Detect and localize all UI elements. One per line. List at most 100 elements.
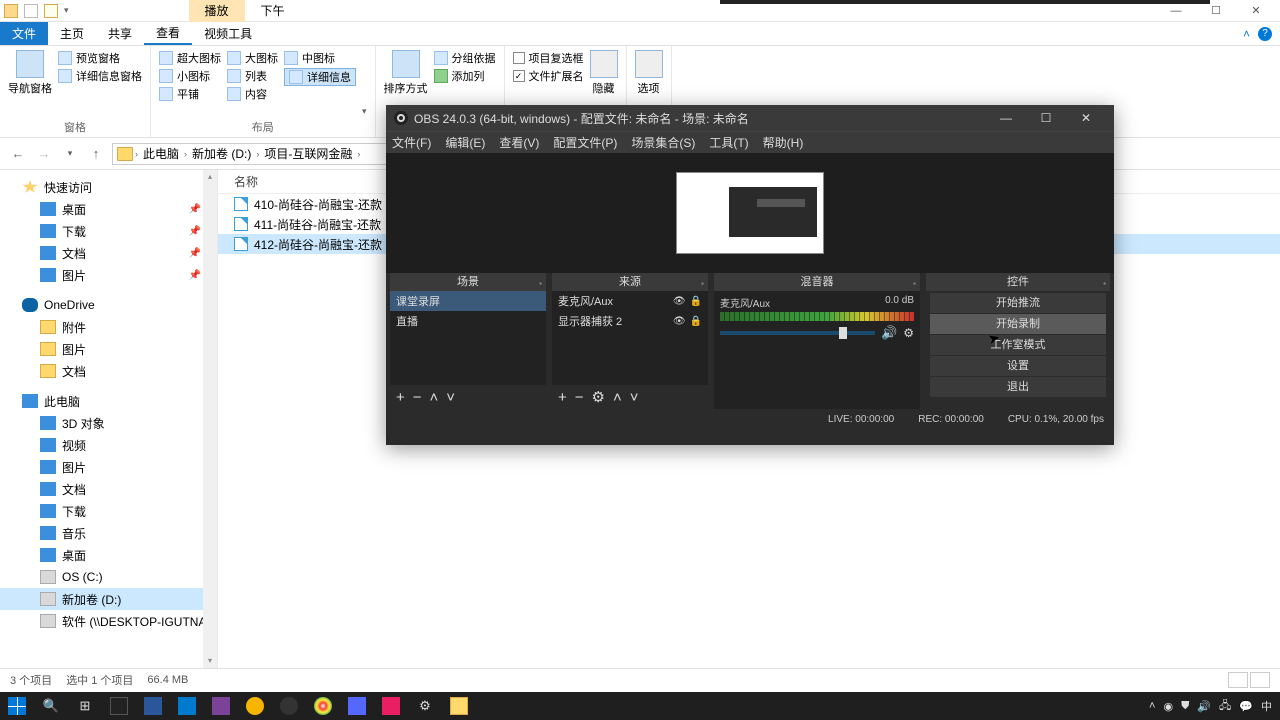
- tree-attach[interactable]: 附件: [0, 316, 217, 338]
- home-tab[interactable]: 主页: [48, 22, 96, 45]
- layout-tile-button[interactable]: 平铺: [159, 86, 221, 102]
- breadcrumb-proj[interactable]: 项目-互联网金融: [261, 145, 355, 162]
- layout-s-button[interactable]: 小图标: [159, 68, 221, 84]
- remove-source-button[interactable]: −: [575, 389, 584, 406]
- dock-title[interactable]: 控件: [926, 273, 1110, 291]
- dock-title[interactable]: 来源: [552, 273, 708, 291]
- tree-onedrive[interactable]: OneDrive: [0, 294, 217, 316]
- scenes-list[interactable]: 课堂录屏 直播: [390, 291, 546, 385]
- start-button[interactable]: [0, 692, 34, 720]
- layout-list-button[interactable]: 列表: [227, 68, 278, 84]
- volume-slider[interactable]: [720, 331, 875, 335]
- taskbar-app[interactable]: [272, 692, 306, 720]
- lock-icon[interactable]: 🔒: [690, 316, 702, 327]
- layout-l-button[interactable]: 大图标: [227, 50, 278, 66]
- nav-tree[interactable]: 快速访问 桌面📌 下载📌 文档📌 图片📌 OneDrive 附件 图片 文档 此…: [0, 170, 218, 668]
- forward-button[interactable]: →: [34, 144, 54, 164]
- obs-minimize-button[interactable]: —: [986, 106, 1026, 130]
- tree-osc[interactable]: OS (C:): [0, 566, 217, 588]
- layout-xl-button[interactable]: 超大图标: [159, 50, 221, 66]
- recent-dropdown-icon[interactable]: ▾: [60, 144, 80, 164]
- add-scene-button[interactable]: +: [396, 389, 405, 406]
- breadcrumb[interactable]: › 此电脑 › 新加卷 (D:) › 项目-互联网金融 ›: [112, 143, 392, 165]
- taskbar-app[interactable]: [136, 692, 170, 720]
- chevron-right-icon[interactable]: ›: [357, 149, 360, 159]
- tray-chevron-icon[interactable]: ˄: [1149, 700, 1155, 712]
- help-icon[interactable]: ?: [1258, 27, 1272, 41]
- obs-menu-view[interactable]: 查看(V): [499, 134, 539, 151]
- tree-downloads2[interactable]: 下载: [0, 500, 217, 522]
- details-pane-button[interactable]: 详细信息窗格: [58, 68, 142, 84]
- taskbar-app[interactable]: [204, 692, 238, 720]
- file-ext-toggle[interactable]: ✓文件扩展名: [513, 68, 584, 84]
- tray-ime[interactable]: 中: [1261, 698, 1272, 714]
- system-tray[interactable]: ˄ ◉ ⛊ 🔊 🖧 💬 中: [1149, 697, 1280, 716]
- taskbar-app[interactable]: [238, 692, 272, 720]
- taskbar-explorer[interactable]: [442, 692, 476, 720]
- qat-dropdown-icon[interactable]: ▾: [64, 5, 69, 16]
- taskbar-app[interactable]: [170, 692, 204, 720]
- tree-quick-access[interactable]: 快速访问: [0, 176, 217, 198]
- dock-title[interactable]: 场景: [390, 273, 546, 291]
- tray-network-icon[interactable]: 🖧: [1219, 697, 1231, 716]
- layout-more-icon[interactable]: ▾: [362, 106, 367, 117]
- layout-m-button[interactable]: 中图标: [284, 50, 356, 66]
- layout-detail-button[interactable]: 详细信息: [284, 68, 356, 86]
- sources-list[interactable]: 麦克风/Aux👁🔒 显示器捕获 2👁🔒: [552, 291, 708, 385]
- taskbar-app[interactable]: ⚙: [408, 692, 442, 720]
- scene-down-button[interactable]: ˅: [446, 389, 455, 406]
- tree-3d[interactable]: 3D 对象: [0, 412, 217, 434]
- search-button[interactable]: 🔍: [34, 692, 68, 720]
- layout-content-button[interactable]: 内容: [227, 86, 278, 102]
- speaker-icon[interactable]: 🔊: [881, 325, 897, 341]
- tray-notification-icon[interactable]: 💬: [1239, 700, 1253, 713]
- nav-pane-button[interactable]: 导航窗格: [8, 50, 52, 96]
- chevron-right-icon[interactable]: ›: [135, 149, 138, 159]
- file-tab[interactable]: 文件: [0, 22, 48, 45]
- visibility-icon[interactable]: 👁: [673, 296, 686, 307]
- view-details-icon[interactable]: [1228, 672, 1248, 688]
- source-item[interactable]: 显示器捕获 2👁🔒: [552, 311, 708, 331]
- scene-up-button[interactable]: ˄: [430, 389, 439, 406]
- add-source-button[interactable]: +: [558, 389, 567, 406]
- taskbar-app[interactable]: [340, 692, 374, 720]
- tree-video[interactable]: 视频: [0, 434, 217, 456]
- view-tab[interactable]: 查看: [144, 22, 192, 45]
- tray-icon[interactable]: ⛊: [1181, 700, 1189, 713]
- obs-menu-tools[interactable]: 工具(T): [709, 134, 748, 151]
- task-view-button[interactable]: ⊞: [68, 692, 102, 720]
- obs-menu-edit[interactable]: 编辑(E): [445, 134, 485, 151]
- context-tab-play[interactable]: 播放: [189, 0, 245, 22]
- taskbar-app[interactable]: [374, 692, 408, 720]
- tree-docs[interactable]: 文档📌: [0, 242, 217, 264]
- add-column-button[interactable]: 添加列: [434, 68, 496, 84]
- tree-music[interactable]: 音乐: [0, 522, 217, 544]
- scrollbar[interactable]: ▴ ▾: [203, 170, 217, 668]
- dock-title[interactable]: 混音器: [714, 273, 920, 291]
- options-button[interactable]: 选项: [635, 50, 663, 96]
- tree-pics[interactable]: 图片📌: [0, 264, 217, 286]
- obs-menu-profile[interactable]: 配置文件(P): [553, 134, 617, 151]
- tree-pics3[interactable]: 图片: [0, 456, 217, 478]
- back-button[interactable]: ←: [8, 144, 28, 164]
- source-properties-button[interactable]: ⚙: [592, 388, 605, 406]
- taskbar[interactable]: 🔍 ⊞ ⚙ ˄ ◉ ⛊ 🔊 🖧 💬 中: [0, 692, 1280, 720]
- obs-menu-scenes[interactable]: 场景集合(S): [631, 134, 695, 151]
- tray-volume-icon[interactable]: 🔊: [1197, 700, 1211, 713]
- tree-newd[interactable]: 新加卷 (D:): [0, 588, 217, 610]
- settings-button[interactable]: 设置: [930, 356, 1106, 376]
- tray-obs-icon[interactable]: ◉: [1163, 700, 1173, 713]
- group-by-button[interactable]: 分组依据: [434, 50, 496, 66]
- ribbon-collapse-icon[interactable]: ˄: [1243, 27, 1250, 41]
- qat-icon[interactable]: [44, 4, 58, 18]
- tree-downloads[interactable]: 下载📌: [0, 220, 217, 242]
- qat-icon[interactable]: [24, 4, 38, 18]
- lock-icon[interactable]: 🔒: [690, 296, 702, 307]
- obs-close-button[interactable]: ✕: [1066, 106, 1106, 130]
- up-button[interactable]: ↑: [86, 144, 106, 164]
- source-down-button[interactable]: ˅: [630, 389, 639, 406]
- tree-soft[interactable]: 软件 (\\DESKTOP-IGUTNAR: [0, 610, 217, 632]
- share-tab[interactable]: 共享: [96, 22, 144, 45]
- obs-menu-help[interactable]: 帮助(H): [763, 134, 804, 151]
- view-thumbnails-icon[interactable]: [1250, 672, 1270, 688]
